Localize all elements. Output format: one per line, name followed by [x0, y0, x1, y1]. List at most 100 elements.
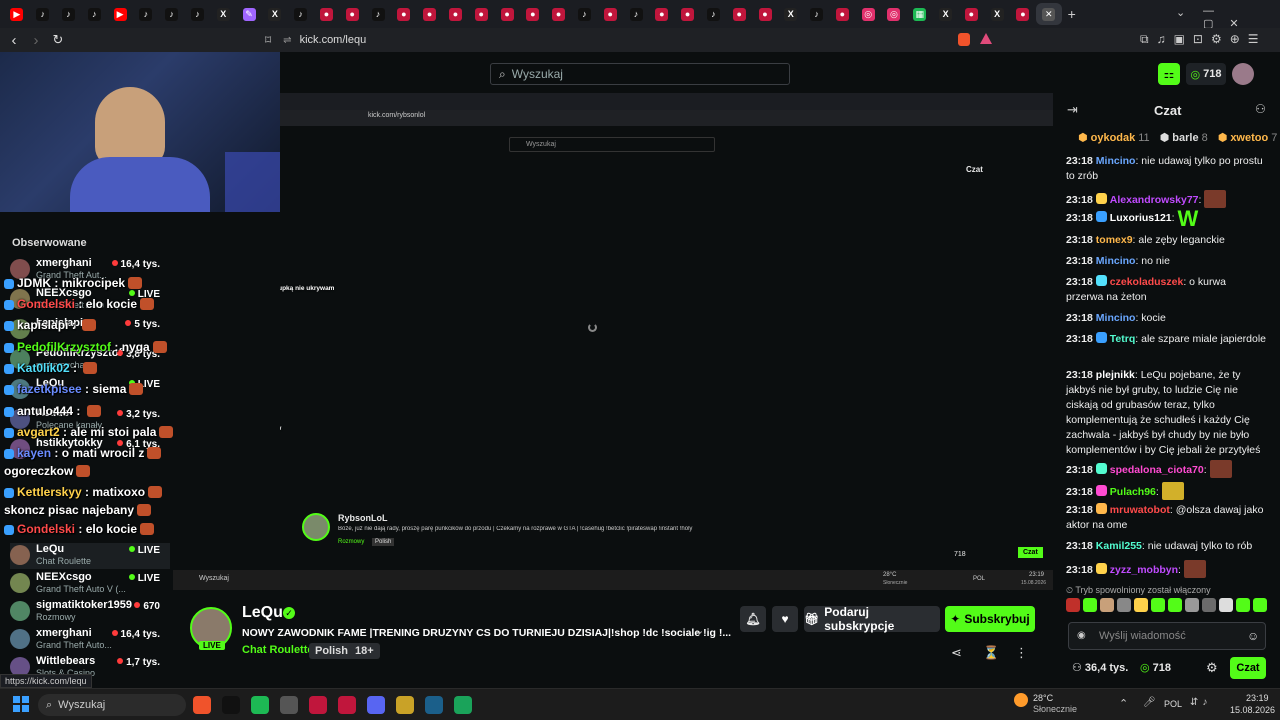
chat-username[interactable]: Mincino — [1096, 255, 1136, 267]
taskbar-app-icon[interactable] — [367, 696, 385, 714]
follow-heart-icon[interactable]: ♥ — [772, 606, 798, 632]
chat-settings-icon[interactable]: ⚙ — [1206, 660, 1218, 676]
chat-username[interactable]: Kamil255 — [1096, 540, 1142, 552]
url-field[interactable]: kick.com/lequ — [300, 34, 367, 46]
more-options-icon[interactable]: ⋮ — [1015, 645, 1028, 661]
chat-username[interactable]: plejnikk — [1096, 369, 1135, 381]
browser-tab[interactable]: X — [933, 3, 959, 25]
browser-tab[interactable]: ● — [752, 3, 778, 25]
browser-tab[interactable]: ● — [417, 3, 443, 25]
sidebar-channel[interactable]: LeQu Chat Roulette LIVE — [10, 543, 170, 569]
browser-tab[interactable]: ♪ — [701, 3, 727, 25]
taskbar-search[interactable]: ⌕ Wyszukaj — [38, 694, 186, 716]
quick-emote-icon[interactable] — [1066, 598, 1080, 612]
quick-emote-icon[interactable] — [1185, 598, 1199, 612]
browser-tab[interactable]: ♪ — [56, 3, 82, 25]
browser-tab[interactable]: ● — [649, 3, 675, 25]
browser-tab[interactable]: ● — [597, 3, 623, 25]
browser-tab[interactable]: ♪ — [288, 3, 314, 25]
browser-tab[interactable]: ● — [1010, 3, 1036, 25]
emoji-icon[interactable]: ☺ — [1247, 629, 1259, 643]
quick-emote-icon[interactable] — [1117, 598, 1131, 612]
browser-tab[interactable]: ● — [494, 3, 520, 25]
browser-tab[interactable]: ◎ — [855, 3, 881, 25]
browser-tab[interactable]: ● — [830, 3, 856, 25]
rewards-icon[interactable] — [980, 33, 992, 44]
clip-icon[interactable]: ⏳ — [983, 645, 999, 661]
browser-tab[interactable]: X — [262, 3, 288, 25]
chat-username[interactable]: mruwatobot — [1110, 504, 1170, 516]
browser-tab[interactable]: ● — [391, 3, 417, 25]
reload-icon[interactable]: ↻ — [47, 32, 69, 48]
quick-emote-icon[interactable] — [1134, 598, 1148, 612]
tag-language[interactable]: Polish — [309, 643, 355, 659]
browser-tab[interactable]: ♪ — [81, 3, 107, 25]
language-indicator[interactable]: POL — [1164, 699, 1182, 709]
browser-tab[interactable]: ♪ — [572, 3, 598, 25]
chat-username[interactable]: Mincino — [1096, 155, 1136, 167]
taskbar-app-icon[interactable] — [193, 696, 211, 714]
browser-tab[interactable]: ▶ — [4, 3, 30, 25]
quick-emote-icon[interactable] — [1253, 598, 1267, 612]
browser-tab[interactable]: X — [778, 3, 804, 25]
share-icon[interactable]: ⋖ — [951, 645, 962, 661]
weather-icon[interactable] — [1014, 693, 1028, 707]
user-avatar[interactable] — [1232, 63, 1254, 85]
browser-tab[interactable]: ● — [468, 3, 494, 25]
taskbar-app-icon[interactable] — [222, 696, 240, 714]
mic-icon[interactable]: 🎤︎ — [1143, 697, 1156, 708]
window-controls[interactable]: —▢✕ — [1203, 5, 1280, 30]
browser-tab[interactable]: ● — [675, 3, 701, 25]
windows-start-icon[interactable] — [13, 696, 29, 712]
tag-age[interactable]: 18+ — [349, 643, 380, 659]
chat-points[interactable]: ◎ 718 — [1140, 661, 1171, 674]
browser-tab[interactable]: ● — [546, 3, 572, 25]
chat-users-icon[interactable]: ⚇ — [1255, 102, 1266, 116]
quick-emote-icon[interactable] — [1151, 598, 1165, 612]
browser-tab[interactable]: ♪ — [30, 3, 56, 25]
new-tab-icon[interactable]: + — [1068, 6, 1076, 22]
quick-emote-icon[interactable] — [1083, 598, 1097, 612]
quick-emote-icon[interactable] — [1168, 598, 1182, 612]
browser-tab[interactable]: ♪ — [159, 3, 185, 25]
chat-username[interactable]: zyzz_mobbyn — [1110, 564, 1178, 576]
browser-tab[interactable]: ✕ — [1035, 3, 1062, 25]
chat-settings-toggle-icon[interactable]: ◉ — [1077, 630, 1086, 641]
search-input[interactable]: ⌕ Wyszukaj — [490, 63, 790, 85]
nested-stream-video[interactable]: kick.com/rybsonlol Wyszukaj Czat Obserwo… — [280, 93, 1053, 567]
gifter[interactable]: ⬢ xwetoo 7 — [1218, 132, 1278, 144]
taskbar-app-icon[interactable] — [425, 696, 443, 714]
chat-username[interactable]: czekoladuszek — [1110, 276, 1184, 288]
emote-bar[interactable] — [1066, 598, 1270, 616]
taskbar-app-icon[interactable] — [309, 696, 327, 714]
quick-emote-icon[interactable] — [1219, 598, 1233, 612]
browser-tab[interactable]: ● — [314, 3, 340, 25]
site-info-icon[interactable]: ⇌ — [283, 35, 291, 46]
tab-search-icon[interactable]: ⌄ — [1176, 6, 1185, 19]
subscribe-button[interactable]: ✦ Subskrybuj — [945, 606, 1035, 632]
browser-tab[interactable]: ● — [726, 3, 752, 25]
taskbar-app-icon[interactable] — [454, 696, 472, 714]
bookmark-icon[interactable]: ⌑ — [265, 33, 271, 47]
taskbar-app-icon[interactable] — [251, 696, 269, 714]
browser-tab[interactable]: ● — [520, 3, 546, 25]
back-icon[interactable]: ‹ — [3, 32, 25, 49]
browser-tab[interactable]: ♪ — [804, 3, 830, 25]
chat-username[interactable]: Tetrq — [1110, 333, 1135, 345]
chat-username[interactable]: Mincino — [1096, 312, 1136, 324]
browser-tab[interactable]: ● — [958, 3, 984, 25]
tray-network-volume-icons[interactable]: ⇵♪ — [1190, 697, 1211, 708]
sidebar-channel[interactable]: NEEXcsgo Grand Theft Auto V (... LIVE — [10, 571, 170, 597]
browser-tab[interactable]: ♪ — [623, 3, 649, 25]
gifter[interactable]: ⬢ barle 8 — [1160, 132, 1208, 144]
clock-date[interactable]: 15.08.2026 — [1230, 705, 1275, 715]
chat-username[interactable]: Luxorius121 — [1110, 212, 1172, 224]
sidebar-channel[interactable]: xmerghani Grand Theft Auto... 16,4 tys. — [10, 627, 170, 653]
brave-shield-icon[interactable] — [958, 33, 970, 46]
taskbar-app-icon[interactable] — [338, 696, 356, 714]
tray-chevron-icon[interactable]: ⌃ — [1119, 697, 1128, 710]
taskbar-app-icon[interactable] — [396, 696, 414, 714]
gift-sub-button[interactable]: 🎁︎ Podaruj subskrypcje — [804, 605, 940, 633]
notification-bell-icon[interactable]: 🔔︎ — [740, 606, 766, 632]
taskbar-app-icon[interactable] — [280, 696, 298, 714]
